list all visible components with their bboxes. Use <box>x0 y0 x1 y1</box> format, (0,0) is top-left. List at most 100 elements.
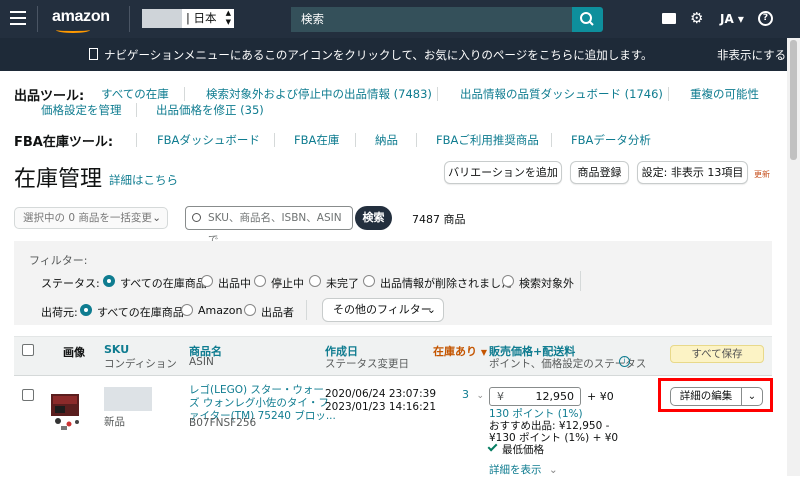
in-stock-value: 3 <box>462 388 469 401</box>
divider <box>136 103 137 117</box>
col-in-stock[interactable]: 在庫あり ▼ <box>433 343 487 359</box>
radio-fulfillment-all[interactable] <box>80 304 92 316</box>
status-option-all: すべての在庫商品 <box>120 277 207 290</box>
link-manage-pricing[interactable]: 価格設定を管理 <box>41 102 122 118</box>
chevron-down-icon: ⌄ <box>152 212 161 224</box>
shipping-fee: + ¥0 <box>587 390 614 403</box>
link-shipments[interactable]: 納品 <box>375 132 398 148</box>
fba-tools-label: FBA在庫ツール: <box>14 135 114 150</box>
col-asin: ASIN <box>189 356 214 368</box>
show-details-label: 詳細を表示 <box>489 464 542 476</box>
page-title: 在庫管理 <box>14 167 103 192</box>
product-name-line: レゴ(LEGO) スター・ウォー <box>189 384 324 396</box>
scrollbar-thumb[interactable] <box>790 40 797 160</box>
fulfillment-option-merchant: 出品者 <box>261 306 294 319</box>
marketplace-selector[interactable]: | 日本 ▲ ▼ <box>182 9 234 28</box>
save-all-button[interactable]: すべて保存 <box>670 345 764 363</box>
radio-status-all[interactable] <box>103 275 115 287</box>
nav-hint-bar: ナビゲーションメニューにあるこのアイコンをクリックして、お気に入りのページをこち… <box>0 38 787 71</box>
condition: 新品 <box>104 416 125 428</box>
link-fba-dashboard[interactable]: FBAダッシュボード <box>157 132 260 148</box>
search-placeholder: 検索 <box>301 12 324 26</box>
global-search-button[interactable] <box>572 7 603 32</box>
language-selector[interactable]: JA ▾ <box>720 12 744 26</box>
divider <box>274 133 275 147</box>
radio-status-suppressed[interactable] <box>502 275 514 287</box>
help-icon[interactable]: ? <box>758 11 773 26</box>
select-all-checkbox[interactable] <box>22 344 34 356</box>
radio-fulfillment-amazon[interactable] <box>181 304 193 316</box>
link-fba-analytics[interactable]: FBAデータ分析 <box>571 132 651 148</box>
row-checkbox[interactable] <box>22 389 34 401</box>
radio-status-incomplete[interactable] <box>309 275 321 287</box>
amazon-smile-icon <box>56 27 90 33</box>
col-status-changed: ステータス変更日 <box>325 358 409 370</box>
status-option-incomplete: 未完了 <box>326 277 359 290</box>
radio-status-deleted[interactable] <box>363 275 375 287</box>
divider <box>416 133 417 147</box>
hide-hint-link[interactable]: 非表示にする <box>717 47 786 63</box>
asin: B07FNSF256 <box>189 417 257 429</box>
chevron-down-icon: ⌄ <box>548 464 558 476</box>
sku-redacted <box>104 387 152 411</box>
col-sku[interactable]: SKU <box>104 343 129 356</box>
nav-hint-message: ナビゲーションメニューにあるこのアイコンをクリックして、お気に入りのページをこち… <box>104 48 653 62</box>
divider <box>551 133 552 147</box>
radio-fulfillment-merchant[interactable] <box>244 304 256 316</box>
link-fix-price[interactable]: 出品価格を修正 (35) <box>156 102 264 118</box>
info-icon[interactable]: i <box>619 356 630 367</box>
link-fba-inventory[interactable]: FBA在庫 <box>294 132 339 148</box>
radio-status-active[interactable] <box>201 275 213 287</box>
divider <box>129 6 130 32</box>
updown-arrow-icon: ▲ ▼ <box>225 9 231 26</box>
link-suppressed-listings[interactable]: 検索対象外および停止中の出品情報 (7483) <box>206 86 432 102</box>
amazon-logo[interactable]: amazon <box>52 8 110 26</box>
divider <box>184 87 185 101</box>
mail-icon[interactable] <box>662 13 676 24</box>
refresh-link[interactable]: 更新 <box>754 169 770 180</box>
other-filters-dropdown[interactable]: その他のフィルター ⌄ <box>322 298 444 322</box>
fulfillment-option-all: すべての在庫商品 <box>97 306 184 319</box>
details-link[interactable]: 詳細はこちら <box>109 172 178 188</box>
col-image: 画像 <box>63 346 85 359</box>
scrollbar[interactable] <box>787 38 800 476</box>
bulk-action-select[interactable]: 選択中の 0 商品を一括変更 ⌄ <box>14 207 168 229</box>
inventory-search-button[interactable]: 検索 <box>355 206 392 230</box>
link-fba-recommendations[interactable]: FBAご利用推奨商品 <box>436 132 539 148</box>
product-thumbnail[interactable] <box>49 388 85 432</box>
bulk-action-label: 選択中の 0 商品を一括変更 <box>23 212 152 224</box>
col-condition: コンディション <box>104 358 177 370</box>
gear-icon[interactable]: ⚙ <box>690 9 703 27</box>
store-name-redacted <box>142 9 182 28</box>
link-quality-dashboard[interactable]: 出品情報の品質ダッシュボード (1746) <box>460 86 663 102</box>
highlight-box <box>658 378 773 412</box>
show-details-link[interactable]: 詳細を表示 ⌄ <box>489 462 558 477</box>
fulfillment-label: 出荷元: <box>41 306 78 319</box>
divider <box>37 6 38 32</box>
price-input[interactable]: ¥ 12,950 <box>489 387 581 406</box>
lowest-price-status: 最低価格 <box>502 444 544 456</box>
inventory-search-input[interactable]: SKU、商品名、ISBN、ASINで <box>185 206 353 246</box>
radio-status-inactive[interactable] <box>254 275 266 287</box>
global-search-input[interactable]: 検索 <box>291 7 572 32</box>
status-option-suppressed: 検索対象外 <box>519 277 574 290</box>
search-icon <box>580 12 594 26</box>
divider <box>355 133 356 147</box>
link-all-inventory[interactable]: すべての在庫 <box>101 86 169 102</box>
product-name-line: ズ ウォンレグ小佐のタイ・フ <box>189 397 329 409</box>
settings-button[interactable]: 設定: 非表示 13項目 <box>637 161 748 184</box>
status-option-deleted: 出品情報が削除されました <box>380 277 512 290</box>
product-count: 7487 商品 <box>412 213 466 226</box>
divider <box>306 300 307 320</box>
created-date: 2020/06/24 23:07:39 <box>325 388 437 400</box>
add-variation-button[interactable]: バリエーションを追加 <box>444 161 562 184</box>
in-stock-qty[interactable]: 3 ⌄ <box>462 388 484 401</box>
link-possible-duplicates[interactable]: 重複の可能性 <box>690 86 759 102</box>
marketplace-label: | 日本 <box>186 11 217 25</box>
divider <box>668 87 669 101</box>
register-product-button[interactable]: 商品登録 <box>570 161 629 184</box>
col-in-stock-label: 在庫あり <box>433 345 477 358</box>
price-value: 12,950 <box>535 390 575 403</box>
status-option-active: 出品中 <box>218 277 251 290</box>
hamburger-menu-icon[interactable] <box>10 11 26 25</box>
